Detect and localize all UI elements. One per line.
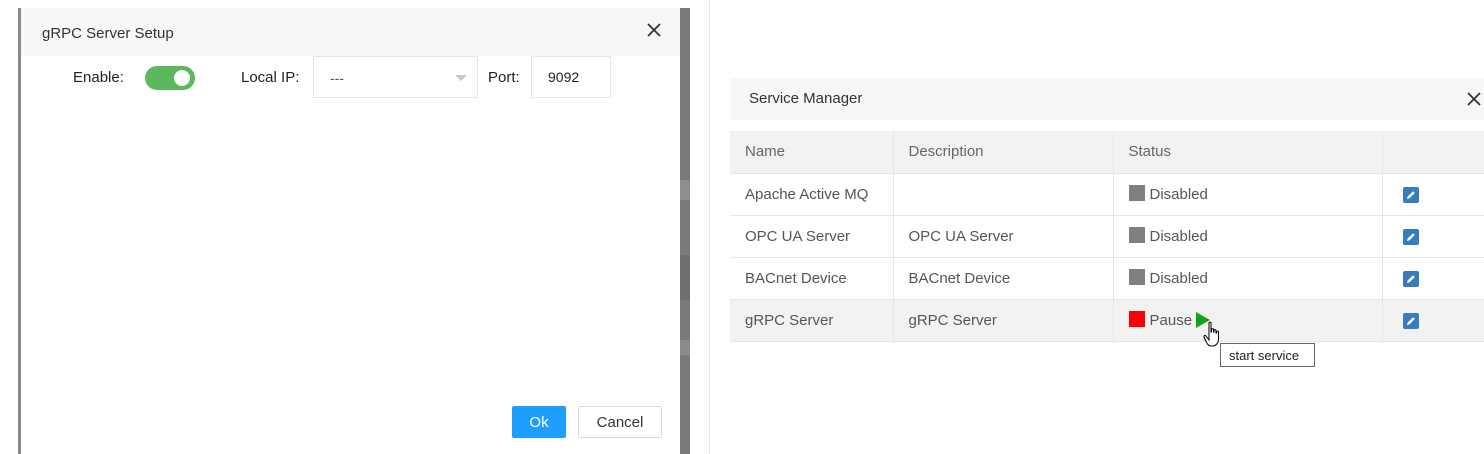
status-indicator <box>1128 311 1145 327</box>
edit-pencil-icon[interactable] <box>1402 312 1419 329</box>
status-indicator <box>1128 269 1145 285</box>
service-status-cell: Disabled <box>1113 215 1383 258</box>
table-row[interactable]: OPC UA Server OPC UA Server Disabled <box>730 215 1484 258</box>
toggle-knob <box>174 70 190 86</box>
column-header-status: Status <box>1113 131 1383 174</box>
backdrop-shade <box>680 8 690 454</box>
start-service-tooltip: start service <box>1220 343 1315 367</box>
service-status: Pause <box>1149 312 1193 329</box>
service-status-cell: Disabled <box>1113 173 1383 216</box>
service-name: BACnet Device <box>730 257 894 300</box>
dialog-backdrop: gRPC Server Setup Enable: Local IP: --- … <box>0 0 690 454</box>
service-name: Apache Active MQ <box>730 173 894 216</box>
status-indicator <box>1128 185 1145 201</box>
backdrop-shade-band <box>680 180 690 200</box>
port-input[interactable] <box>531 56 611 98</box>
table-row[interactable]: Apache Active MQ Disabled <box>730 173 1484 216</box>
service-name: OPC UA Server <box>730 215 894 258</box>
ok-button[interactable]: Ok <box>512 406 566 438</box>
cancel-button[interactable]: Cancel <box>578 406 662 438</box>
edit-pencil-icon[interactable] <box>1402 228 1419 245</box>
service-name: gRPC Server <box>730 299 894 342</box>
service-status-cell: Disabled <box>1113 257 1383 300</box>
column-header-description: Description <box>893 131 1114 174</box>
caret-down-icon <box>455 75 467 81</box>
backdrop-shade-band <box>680 340 690 355</box>
grpc-server-setup-dialog: gRPC Server Setup Enable: Local IP: --- … <box>18 8 680 454</box>
actions-cell <box>1382 257 1484 300</box>
table-row[interactable]: gRPC Server gRPC Server Pause <box>730 299 1484 342</box>
service-status: Disabled <box>1149 228 1208 245</box>
column-header-name: Name <box>730 131 894 174</box>
service-description: BACnet Device <box>893 257 1114 300</box>
local-ip-label: Local IP: <box>241 69 300 86</box>
local-ip-value: --- <box>330 70 344 86</box>
actions-cell <box>1382 299 1484 342</box>
service-manager-panel: Service Manager Name Description Status … <box>730 78 1484 454</box>
local-ip-select[interactable]: --- <box>313 56 478 98</box>
background-page-edge <box>0 0 20 454</box>
service-status: Disabled <box>1149 186 1208 203</box>
service-description: gRPC Server <box>893 299 1114 342</box>
enable-label: Enable: <box>73 69 124 86</box>
backdrop-shade-band <box>680 255 690 300</box>
status-indicator <box>1128 227 1145 243</box>
service-status-cell: Pause <box>1113 299 1383 342</box>
service-description <box>893 173 1114 216</box>
actions-cell <box>1382 215 1484 258</box>
dialog-header: gRPC Server Setup <box>21 8 680 56</box>
port-label: Port: <box>488 69 520 86</box>
table-row[interactable]: BACnet Device BACnet Device Disabled <box>730 257 1484 300</box>
dialog-title: gRPC Server Setup <box>42 25 174 42</box>
close-icon[interactable] <box>644 20 664 40</box>
edit-pencil-icon[interactable] <box>1402 270 1419 287</box>
enable-toggle[interactable] <box>145 66 195 90</box>
service-status: Disabled <box>1149 270 1208 287</box>
edit-pencil-icon[interactable] <box>1402 186 1419 203</box>
service-manager-title: Service Manager <box>749 90 863 107</box>
column-header-actions <box>1382 131 1484 174</box>
panel-divider <box>709 0 710 454</box>
close-icon[interactable] <box>1464 89 1484 109</box>
service-table: Name Description Status Apache Active MQ… <box>730 131 1484 342</box>
table-header-row: Name Description Status <box>730 131 1484 174</box>
actions-cell <box>1382 173 1484 216</box>
service-description: OPC UA Server <box>893 215 1114 258</box>
service-manager-header: Service Manager <box>730 78 1484 120</box>
